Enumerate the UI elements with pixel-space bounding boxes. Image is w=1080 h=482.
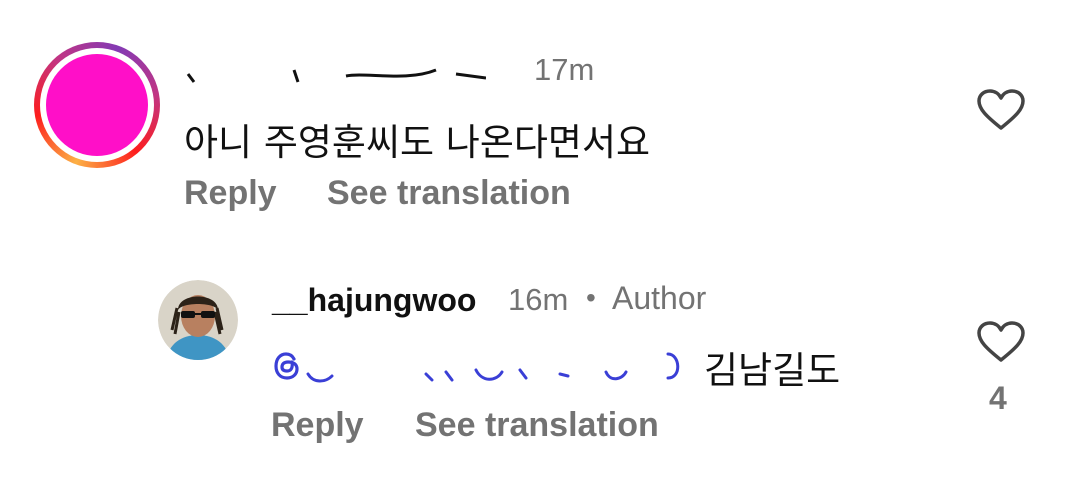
- comment-2-text: 김남길도: [704, 349, 841, 392]
- heart-outline-icon[interactable]: [976, 320, 1026, 364]
- avatar-gap: [40, 48, 154, 162]
- see-translation-button[interactable]: See translation: [327, 174, 571, 213]
- heart-outline-icon[interactable]: [976, 88, 1026, 132]
- redacted-mention[interactable]: [306, 348, 696, 384]
- reply-button[interactable]: Reply: [271, 406, 364, 445]
- redacted-username-1: [186, 68, 486, 83]
- comment-2-timestamp: 16m: [508, 282, 569, 317]
- avatar: [46, 54, 148, 156]
- separator-dot: •: [586, 282, 596, 313]
- threads-icon: [274, 352, 299, 380]
- like-count[interactable]: 4: [989, 380, 1007, 417]
- comment-1-timestamp: 17m: [534, 52, 595, 87]
- author-avatar[interactable]: [158, 280, 238, 360]
- see-translation-button[interactable]: See translation: [415, 406, 659, 445]
- author-username[interactable]: __hajungwoo: [272, 282, 476, 319]
- author-badge: Author: [612, 280, 707, 316]
- comment-1-text: 아니 주영훈씨도 나온다면서요: [184, 121, 651, 164]
- story-ring-avatar[interactable]: [34, 42, 160, 168]
- reply-button[interactable]: Reply: [184, 174, 277, 213]
